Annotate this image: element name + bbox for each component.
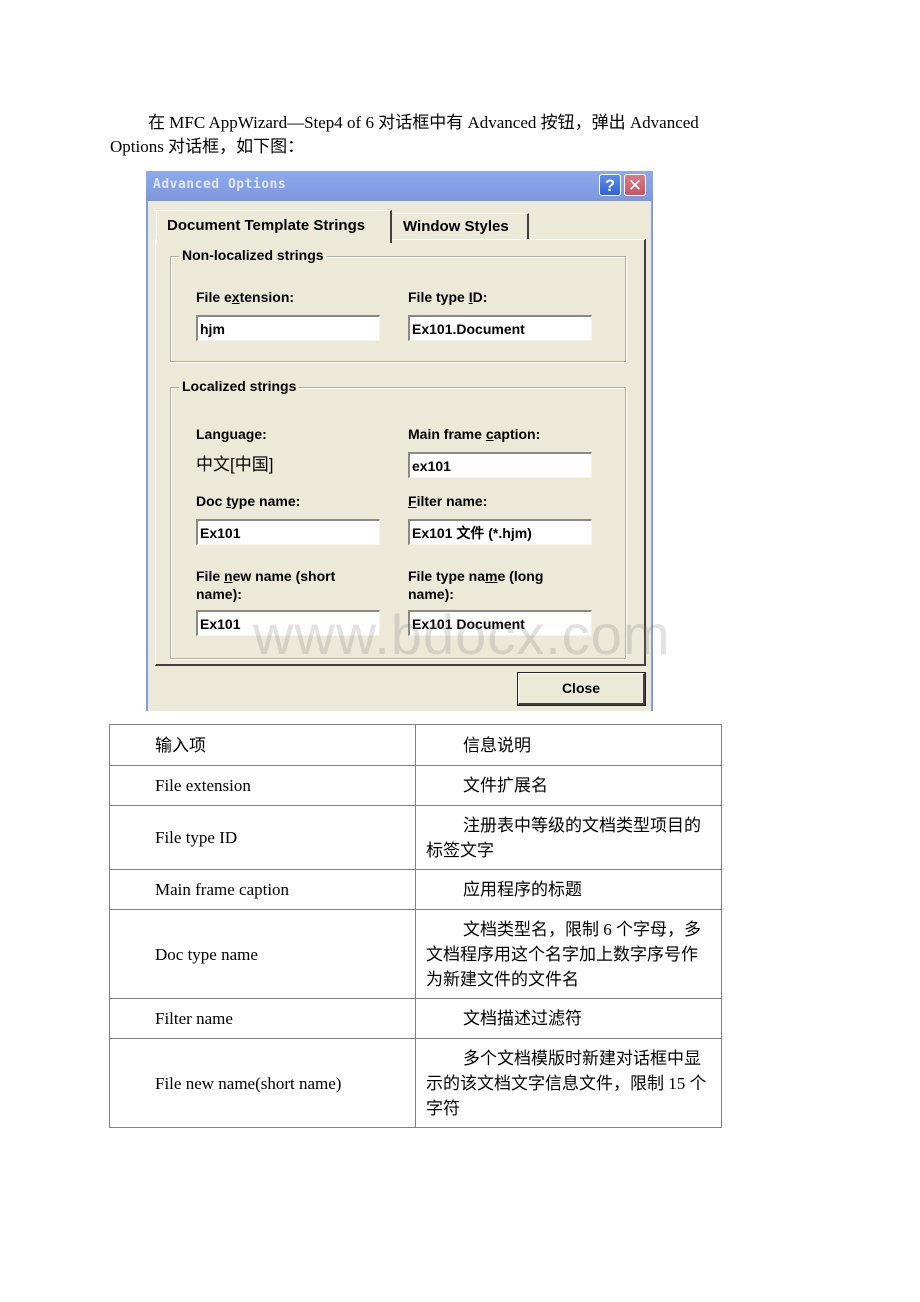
filter-name-label: Filter name: [408,493,488,509]
table-cell: File type ID [109,805,416,870]
close-button[interactable]: Close [517,672,646,706]
file-type-id-label: File type ID: [408,289,488,305]
table-cell: Doc type name [109,909,416,999]
header-cell: 信息说明 [415,724,722,766]
table-row: Doc type name 文档类型名，限制 6 个字母，多文档程序用这个名字加… [109,909,722,999]
intro-paragraph: 在 MFC AppWizard—Step4 of 6 对话框中有 Advance… [110,111,760,159]
table-row: File new name(short name) 多个文档模版时新建对话框中显… [109,1038,722,1128]
intro-line-2: Options 对话框，如下图： [110,137,305,156]
file-new-name-field[interactable] [196,610,380,636]
tab-panel: Non-localized strings File extension: Fi… [155,239,646,666]
table-row: File extension 文件扩展名 [109,765,722,806]
tab-window-styles[interactable]: Window Styles [393,213,529,240]
table-cell: 文档类型名，限制 6 个字母，多文档程序用这个名字加上数字序号作为新建文件的文件… [415,909,722,999]
filter-name-field[interactable] [408,519,592,545]
table-cell: File new name(short name) [109,1038,416,1128]
help-icon[interactable]: ? [599,174,621,196]
table-cell: 注册表中等级的文档类型项目的标签文字 [415,805,722,870]
file-type-id-field[interactable] [408,315,592,341]
table-row: Filter name 文档描述过滤符 [109,998,722,1039]
main-frame-caption-label: Main frame caption: [408,426,541,442]
table-row: File type ID 注册表中等级的文档类型项目的标签文字 [109,805,722,870]
file-type-name-label: File type name (long name): [408,568,544,602]
file-type-name-field[interactable] [408,610,592,636]
info-table: 输入项 信息说明 File extension 文件扩展名 File type … [109,724,722,1128]
intro-line-1: 在 MFC AppWizard—Step4 of 6 对话框中有 Advance… [148,113,699,132]
localized-group: Localized strings Language: 中文[中国] Main … [170,378,626,659]
close-icon[interactable]: ✕ [624,174,646,196]
file-extension-field[interactable] [196,315,380,341]
group-label: Non-localized strings [179,247,327,263]
table-cell: 多个文档模版时新建对话框中显示的该文档文字信息文件，限制 15 个字符 [415,1038,722,1128]
main-frame-caption-field[interactable] [408,452,592,478]
table-cell: 应用程序的标题 [415,869,722,910]
table-row: Main frame caption 应用程序的标题 [109,869,722,910]
doc-type-name-label: Doc type name: [196,493,301,509]
table-cell: Filter name [109,998,416,1039]
non-localized-group: Non-localized strings File extension: Fi… [170,247,626,362]
tab-document-template-strings[interactable]: Document Template Strings [156,210,392,243]
header-cell: 输入项 [109,724,416,766]
language-value: 中文[中国] [196,455,274,474]
file-new-name-label: File new name (short name): [196,568,336,602]
dialog-title: Advanced Options [153,177,287,192]
table-cell: 文件扩展名 [415,765,722,806]
language-label: Language: [196,426,267,442]
table-cell: Main frame caption [109,869,416,910]
table-cell: 文档描述过滤符 [415,998,722,1039]
advanced-options-dialog: Advanced Options ? ✕ Document Template S… [146,171,653,711]
table-header-row: 输入项 信息说明 [109,724,722,766]
group-label: Localized strings [179,378,300,394]
doc-type-name-field[interactable] [196,519,380,545]
title-bar[interactable]: Advanced Options ? ✕ [146,171,653,201]
table-cell: File extension [109,765,416,806]
file-extension-label: File extension: [196,289,295,305]
